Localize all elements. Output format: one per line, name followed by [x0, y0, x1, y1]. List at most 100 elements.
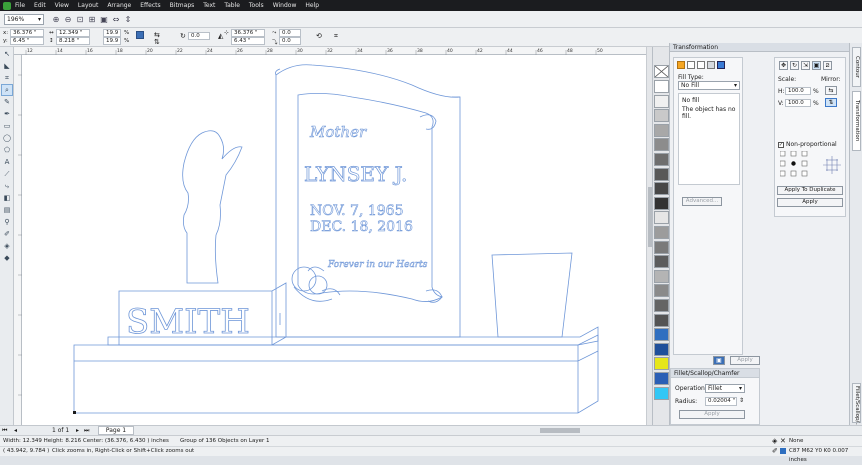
text-tool-icon[interactable]: A	[2, 157, 12, 167]
position2-y-field[interactable]: 6.43 "	[231, 37, 265, 45]
position-icon[interactable]: ✥	[779, 61, 788, 70]
zoom-out-icon[interactable]: ⊖	[62, 13, 74, 25]
apply-to-duplicate-button[interactable]: Apply To Duplicate	[777, 186, 843, 195]
scale-x-field[interactable]: 19.9	[103, 29, 121, 37]
mirror-v-icon[interactable]: ⇅	[154, 38, 160, 46]
scale-mirror-icon[interactable]: ⇲	[801, 61, 810, 70]
width-field[interactable]: 12.349 "	[56, 29, 90, 37]
page-first-icon[interactable]: ⏮	[2, 427, 7, 435]
zoom-in-icon[interactable]: ⊕	[50, 13, 62, 25]
fill-type-combo[interactable]: No Fill ▾	[678, 81, 740, 90]
menu-tools[interactable]: Tools	[249, 2, 264, 9]
eyedropper-icon[interactable]: ⚲	[2, 217, 12, 227]
color-swatch[interactable]	[654, 123, 669, 137]
menu-table[interactable]: Table	[224, 2, 240, 9]
no-color-swatch[interactable]	[654, 65, 669, 78]
pick-tool-icon[interactable]: ↖	[2, 49, 12, 59]
color-swatch[interactable]	[654, 80, 669, 93]
scale-h-field[interactable]: 100.0	[785, 87, 811, 95]
page-prev-icon[interactable]: ◂	[14, 427, 17, 434]
pattern-fill-icon[interactable]	[717, 61, 725, 69]
no-fill-icon[interactable]	[687, 61, 695, 69]
menu-window[interactable]: Window	[273, 2, 297, 9]
menu-layout[interactable]: Layout	[78, 2, 98, 9]
color-swatch[interactable]	[654, 226, 669, 239]
fountain-fill-icon[interactable]	[707, 61, 715, 69]
drop-shadow-icon[interactable]: ◧	[2, 193, 12, 203]
menu-effects[interactable]: Effects	[140, 2, 160, 9]
menu-help[interactable]: Help	[305, 2, 319, 9]
zoom-width-icon[interactable]: ⇔	[110, 13, 122, 25]
color-swatch[interactable]	[654, 182, 669, 196]
zoom-page-icon[interactable]: ▣	[98, 13, 110, 25]
mirror-v-icon[interactable]: ⇅	[825, 98, 837, 107]
menu-bitmaps[interactable]: Bitmaps	[170, 2, 195, 9]
tab-page-1[interactable]: Page 1	[98, 426, 134, 435]
menu-text[interactable]: Text	[203, 2, 215, 9]
rotation-field[interactable]: 0.0	[188, 32, 210, 40]
fill-apply-button[interactable]: Apply	[730, 356, 760, 365]
non-proportional-row[interactable]: ✓ Non-proportional	[778, 141, 837, 148]
skew-x-field[interactable]: 0.0	[279, 29, 301, 37]
menu-edit[interactable]: Edit	[34, 2, 46, 9]
color-swatch[interactable]	[654, 211, 669, 225]
color-swatch[interactable]	[654, 269, 669, 283]
mirror-h-icon[interactable]: ⇆	[825, 86, 837, 95]
non-proportional-checkbox[interactable]: ✓	[778, 141, 784, 148]
page-last-icon[interactable]: ⏭	[84, 427, 89, 435]
color-swatch[interactable]	[654, 196, 669, 210]
origin-icon[interactable]: ⌗	[334, 32, 338, 41]
skew-icon[interactable]: ⧄	[823, 61, 832, 70]
color-swatch[interactable]	[654, 328, 669, 342]
zoom-height-icon[interactable]: ⇕	[122, 13, 134, 25]
radius-field[interactable]: 0.02004 "	[705, 397, 737, 406]
menu-file[interactable]: File	[15, 2, 25, 9]
color-swatch[interactable]	[654, 386, 669, 400]
x-position-field[interactable]: 36.376 "	[10, 29, 44, 37]
zoom-level-combo[interactable]: 196% ▾	[4, 13, 44, 25]
lock-icon[interactable]: ▣	[713, 356, 725, 365]
mirror-icon[interactable]: ◭	[218, 32, 223, 40]
fillet-apply-button[interactable]: Apply	[679, 410, 745, 419]
polygon-tool-icon[interactable]: ⬠	[2, 145, 12, 155]
operation-combo[interactable]: Fillet ▾	[705, 384, 745, 393]
fill-bucket-icon[interactable]	[677, 61, 685, 69]
advanced-button[interactable]: Advanced...	[682, 197, 722, 206]
transparency-tool-icon[interactable]: ▤	[2, 205, 12, 215]
color-swatch[interactable]	[654, 372, 669, 385]
menu-view[interactable]: View	[55, 2, 69, 9]
color-swatch[interactable]	[654, 357, 669, 371]
horizontal-scroll-thumb[interactable]	[540, 428, 580, 433]
tab-fillet[interactable]: Fillet/Scallop/...	[852, 383, 861, 428]
parallel-dimension-icon[interactable]: ⟋	[2, 169, 12, 179]
color-swatch[interactable]	[654, 138, 669, 152]
zoom-selected-icon[interactable]: ⊡	[74, 13, 86, 25]
interactive-fill-icon[interactable]: ◆	[2, 253, 12, 263]
color-swatch[interactable]	[654, 240, 669, 254]
lock-ratio-icon[interactable]	[136, 31, 144, 39]
scale-y-field[interactable]: 19.9	[103, 37, 121, 45]
connector-tool-icon[interactable]: ⤷	[2, 181, 12, 191]
color-swatch[interactable]	[654, 94, 669, 108]
apply-transform-button[interactable]: Apply	[777, 198, 843, 207]
color-swatch[interactable]	[654, 299, 669, 312]
outline-pen-icon[interactable]: ✐	[2, 229, 12, 239]
skew-y-field[interactable]: 0.0	[279, 37, 301, 45]
color-swatch[interactable]	[654, 284, 669, 298]
rectangle-tool-icon[interactable]: ▭	[2, 121, 12, 131]
tab-transformation[interactable]: Transformation	[852, 91, 861, 151]
ellipse-tool-icon[interactable]: ◯	[2, 133, 12, 143]
transform-object-icon[interactable]: ⟲	[316, 32, 322, 40]
color-swatch[interactable]	[654, 167, 669, 181]
color-swatch[interactable]	[654, 313, 669, 327]
shape-tool-icon[interactable]: ◣	[2, 61, 12, 71]
color-swatch[interactable]	[654, 342, 669, 356]
color-swatch[interactable]	[654, 255, 669, 269]
scale-v-field[interactable]: 100.0	[785, 99, 811, 107]
drawing-canvas[interactable]: Mother LYNSEY J. NOV. 7, 1965 DEC. 18, 2…	[22, 55, 646, 425]
zoom-all-icon[interactable]: ⊞	[86, 13, 98, 25]
tab-contour[interactable]: Contour	[852, 47, 861, 87]
y-position-field[interactable]: 6.45 "	[10, 37, 44, 45]
color-swatch[interactable]	[654, 153, 669, 166]
menu-arrange[interactable]: Arrange	[107, 2, 131, 9]
